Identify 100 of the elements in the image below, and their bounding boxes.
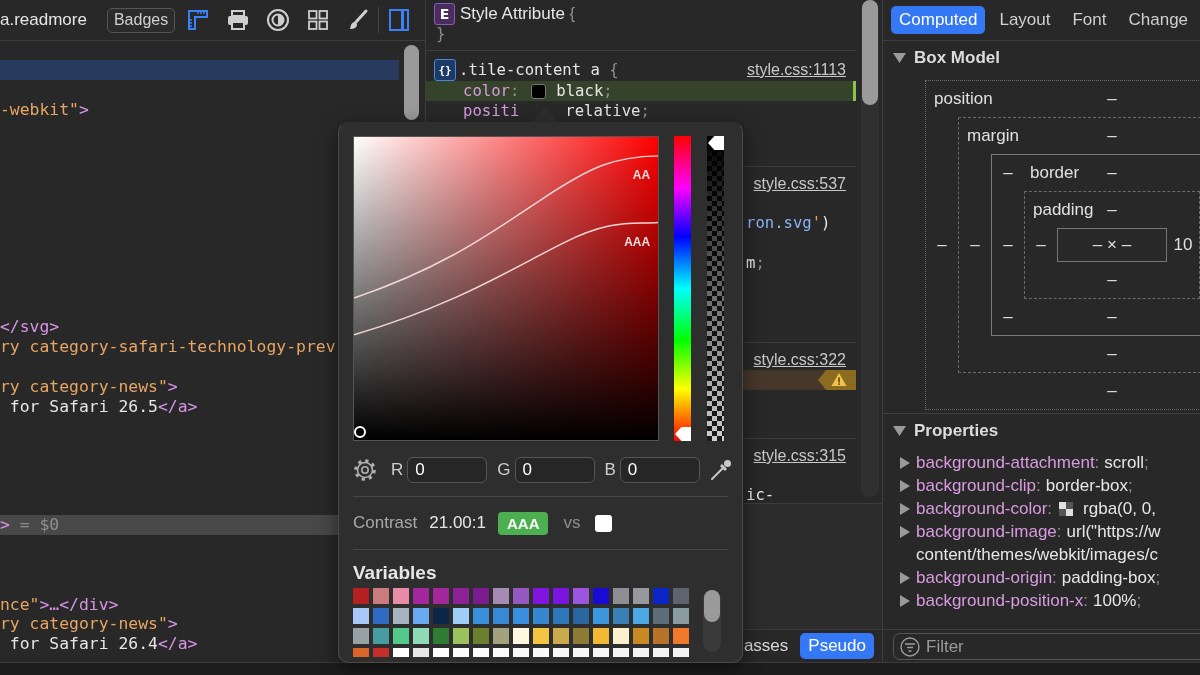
color-swatch[interactable] xyxy=(573,628,589,644)
filter-field[interactable]: Filter xyxy=(893,633,1200,660)
color-swatch[interactable] xyxy=(353,608,369,624)
number-field[interactable]: 0 xyxy=(514,457,595,483)
color-swatch[interactable] xyxy=(573,608,589,624)
color-swatch[interactable] xyxy=(593,588,609,604)
color-swatch[interactable] xyxy=(633,608,649,624)
color-swatch[interactable] xyxy=(433,608,449,624)
grid-icon[interactable] xyxy=(306,8,331,32)
color-swatch[interactable] xyxy=(533,588,549,604)
color-swatch[interactable] xyxy=(531,83,547,99)
color-swatch[interactable] xyxy=(433,628,449,644)
badges-button[interactable]: Badges xyxy=(106,7,176,33)
color-swatch[interactable] xyxy=(553,588,569,604)
color-swatch[interactable] xyxy=(653,608,669,624)
source-link[interactable]: style.css:322 xyxy=(753,351,856,369)
color-swatch[interactable] xyxy=(633,588,649,604)
color-swatch[interactable] xyxy=(433,588,449,604)
color-swatch[interactable] xyxy=(533,628,549,644)
source-link[interactable]: style.css:1113 xyxy=(747,61,856,79)
color-swatch[interactable] xyxy=(533,608,549,624)
printer-icon[interactable] xyxy=(226,8,251,32)
color-field[interactable]: AA AAA xyxy=(353,136,659,441)
color-swatch[interactable] xyxy=(633,628,649,644)
color-swatch[interactable] xyxy=(513,628,529,644)
scrollbar-thumb[interactable] xyxy=(862,0,878,105)
breadcrumb[interactable]: a.readmore xyxy=(0,10,87,30)
color-swatch[interactable] xyxy=(473,608,489,624)
disclosure-triangle-icon[interactable] xyxy=(899,479,910,492)
color-swatch[interactable] xyxy=(413,588,429,604)
disclosure-triangle-icon[interactable] xyxy=(893,52,906,64)
color-swatch[interactable] xyxy=(493,588,509,604)
color-swatch[interactable] xyxy=(553,608,569,624)
rule-selector: .tile-content a { xyxy=(459,61,619,79)
scrollbar-thumb[interactable] xyxy=(704,590,720,622)
color-swatch[interactable] xyxy=(493,608,509,624)
disclosure-triangle-icon[interactable] xyxy=(893,425,906,437)
color-swatch[interactable] xyxy=(653,588,669,604)
sidebar-icon[interactable] xyxy=(387,8,412,32)
color-thumb[interactable] xyxy=(354,426,366,438)
tab[interactable]: Change xyxy=(1120,6,1197,34)
color-swatch[interactable] xyxy=(513,588,529,604)
declaration-row[interactable]: color: black; xyxy=(426,81,856,101)
slider-thumb[interactable] xyxy=(675,427,691,441)
ruler-icon[interactable] xyxy=(186,8,211,32)
color-swatch[interactable] xyxy=(473,628,489,644)
color-swatch[interactable] xyxy=(393,608,409,624)
disclosure-triangle-icon[interactable] xyxy=(899,571,910,584)
color-swatch[interactable] xyxy=(453,628,469,644)
color-swatch[interactable] xyxy=(653,628,669,644)
color-swatch[interactable] xyxy=(353,628,369,644)
color-swatch[interactable] xyxy=(373,628,389,644)
color-swatch[interactable] xyxy=(553,628,569,644)
disclosure-triangle-icon[interactable] xyxy=(899,525,910,538)
color-swatch[interactable] xyxy=(493,628,509,644)
contrast-icon[interactable] xyxy=(266,8,291,32)
color-swatch[interactable] xyxy=(373,588,389,604)
disclosure-triangle-icon[interactable] xyxy=(899,456,910,469)
color-swatch[interactable] xyxy=(593,608,609,624)
alpha-slider[interactable] xyxy=(707,136,724,441)
color-swatch[interactable] xyxy=(413,608,429,624)
color-swatch[interactable] xyxy=(393,628,409,644)
transparent-swatch-icon[interactable] xyxy=(1058,500,1075,517)
color-swatch[interactable] xyxy=(593,628,609,644)
hue-slider[interactable] xyxy=(674,136,691,441)
color-swatch[interactable] xyxy=(673,628,689,644)
settings-icon[interactable] xyxy=(353,458,377,482)
scrollbar-thumb[interactable] xyxy=(404,45,419,120)
section-title: Properties xyxy=(914,421,999,441)
color-swatch[interactable] xyxy=(453,608,469,624)
number-field[interactable]: 0 xyxy=(619,457,700,483)
color-swatch[interactable] xyxy=(393,588,409,604)
hovered-row[interactable] xyxy=(0,60,399,80)
toggle-button[interactable]: asses xyxy=(735,633,797,659)
tab[interactable]: Font xyxy=(1064,6,1115,34)
source-link[interactable]: style.css:315 xyxy=(753,447,856,465)
color-swatch[interactable] xyxy=(613,608,629,624)
color-swatch[interactable] xyxy=(673,608,689,624)
color-swatch[interactable] xyxy=(613,628,629,644)
color-swatch[interactable] xyxy=(673,588,689,604)
color-swatch[interactable] xyxy=(353,588,369,604)
warning-icon[interactable] xyxy=(818,370,856,390)
tab[interactable]: Layout xyxy=(991,6,1059,34)
color-swatch[interactable] xyxy=(613,588,629,604)
color-swatch[interactable] xyxy=(453,588,469,604)
box-value: – xyxy=(937,235,947,255)
color-swatch[interactable] xyxy=(473,588,489,604)
tab[interactable]: Computed xyxy=(891,6,986,34)
source-link[interactable]: style.css:537 xyxy=(753,175,856,193)
toggle-button[interactable]: Pseudo xyxy=(800,633,874,659)
color-swatch[interactable] xyxy=(513,608,529,624)
background-swatch[interactable] xyxy=(595,514,613,532)
declaration-row[interactable]: positi relative; xyxy=(426,101,856,121)
color-swatch[interactable] xyxy=(413,628,429,644)
disclosure-triangle-icon[interactable] xyxy=(899,502,910,515)
slider-thumb[interactable] xyxy=(708,136,724,150)
disclosure-triangle-icon[interactable] xyxy=(899,594,910,607)
number-field[interactable]: 0 xyxy=(407,457,488,483)
color-swatch[interactable] xyxy=(573,588,589,604)
color-swatch[interactable] xyxy=(373,608,389,624)
